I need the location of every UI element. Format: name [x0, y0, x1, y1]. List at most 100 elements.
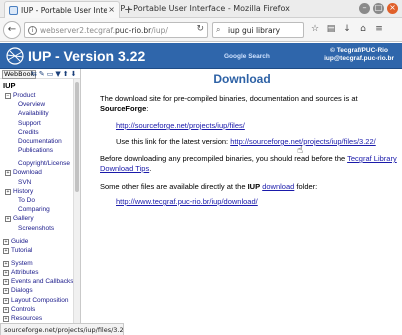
minimize-button[interactable]: – — [359, 3, 370, 14]
sidebar-item-comparing[interactable]: Comparing — [18, 206, 50, 213]
latest-version-row: Use this link for the latest version: ht… — [116, 137, 376, 147]
sidebar-item-resources[interactable]: + Resources — [3, 315, 42, 322]
expand-icon[interactable]: + — [3, 297, 9, 304]
url-text: webserver2.tecgraf.puc-rio.br/iup/ — [40, 26, 168, 35]
scrollbar-thumb[interactable] — [75, 82, 79, 192]
info-icon[interactable]: i — [28, 26, 37, 35]
before-paragraph: Before downloading any precompiled binar… — [100, 154, 400, 173]
sidebar-item-to-do[interactable]: To Do — [18, 197, 35, 204]
sidebar-item-label: Comparing — [18, 206, 50, 214]
sync-icon[interactable]: ⇆ — [31, 70, 37, 78]
iup-logo-icon — [6, 47, 24, 65]
expand-icon[interactable]: + — [3, 270, 9, 276]
sidebar-item-guide[interactable]: + Guide — [3, 238, 28, 245]
latest-prefix: Use this link for the latest version: — [116, 137, 229, 146]
sidebar-item-label: Credits — [18, 128, 39, 136]
sidebar-item-label: Controls — [11, 305, 36, 313]
expand-icon[interactable]: + — [3, 279, 9, 286]
other-iup: IUP — [247, 182, 261, 191]
sidebar-item-events-and-callbacks[interactable]: + Events and Callbacks — [3, 278, 74, 286]
star-icon[interactable]: ☆ — [310, 23, 320, 35]
tecgraf-credit[interactable]: © Tecgraf/PUC-Rio iup@tecgraf.puc-rio.br — [324, 47, 394, 63]
close-icon: × — [389, 3, 396, 12]
sidebar-item-overview[interactable]: Overview — [18, 101, 45, 108]
expand-icon[interactable]: + — [5, 188, 11, 195]
sidebar-item-attributes[interactable]: + Attributes — [3, 269, 38, 276]
download-heading: Download — [213, 72, 271, 86]
sidebar-item-svn[interactable]: SVN — [18, 179, 31, 186]
tree-root[interactable]: IUP — [3, 81, 16, 90]
sidebar-item-documentation[interactable]: Documentation — [18, 138, 62, 145]
page-bottom — [124, 323, 402, 335]
expand-icon[interactable]: + — [3, 247, 9, 254]
close-window-button[interactable]: × — [387, 3, 398, 14]
sidebar-item-label: Documentation — [18, 138, 62, 145]
page-banner: IUP - Version 3.22 Google Search © Tecgr… — [0, 43, 402, 69]
edit-icon[interactable]: ✎ — [39, 70, 45, 78]
back-button[interactable]: ← — [3, 21, 21, 39]
up-icon[interactable]: ⬆ — [63, 70, 69, 78]
down-icon[interactable]: ⬇ — [71, 70, 77, 78]
browser-tab[interactable]: IUP - Portable User Interface × — [4, 1, 120, 18]
sidebar-item-gallery[interactable]: + Gallery — [5, 215, 34, 223]
tab-close-icon[interactable]: × — [108, 5, 115, 14]
sidebar-item-label: Product — [13, 92, 36, 99]
intro-colon: : — [146, 103, 149, 113]
collapse-icon[interactable]: − — [5, 93, 11, 99]
home-icon[interactable]: ⌂ — [358, 23, 368, 35]
sidebar-scrollbar[interactable] — [73, 79, 80, 323]
sidebar-item-label: Events and Callbacks — [11, 278, 74, 286]
frame-icon[interactable]: ▭ — [47, 70, 54, 78]
url-path: /iup/ — [151, 26, 168, 35]
sidebar-item-label: Support — [18, 119, 41, 127]
expand-icon[interactable]: + — [3, 288, 9, 295]
sidebar-item-copyright-license[interactable]: Copyright/License — [18, 160, 70, 167]
reload-icon[interactable]: ↻ — [196, 24, 204, 34]
download-folder-link[interactable]: download — [262, 182, 294, 191]
maximize-button[interactable]: □ — [373, 3, 384, 14]
expand-icon[interactable]: ▼ — [55, 70, 60, 78]
sidebar-item-controls[interactable]: + Controls — [3, 306, 35, 313]
other-folder: folder: — [296, 182, 318, 191]
before-text: Before downloading any precompiled binar… — [100, 154, 346, 163]
sidebar-item-download[interactable]: + Download — [5, 169, 42, 177]
menu-icon[interactable]: ≡ — [374, 23, 384, 35]
sidebar-item-product[interactable]: − Product — [5, 92, 35, 99]
search-input[interactable]: iup gui library — [228, 26, 280, 35]
maximize-icon: □ — [374, 3, 383, 12]
sidebar-item-support[interactable]: Support — [18, 120, 41, 127]
sidebar-item-system[interactable]: + System — [3, 260, 33, 267]
sidebar-item-label: Layout Composition — [11, 296, 69, 304]
sidebar-item-label: Screenshots — [18, 224, 55, 232]
search-bar[interactable]: ⌕ iup gui library — [212, 22, 304, 38]
expand-icon[interactable]: + — [5, 170, 11, 177]
sidebar-item-label: System — [11, 259, 33, 267]
expand-icon[interactable]: + — [3, 306, 9, 313]
sidebar-item-label: SVN — [18, 178, 32, 186]
sidebar-item-layout-composition[interactable]: + Layout Composition — [3, 297, 68, 304]
expand-icon[interactable]: + — [5, 216, 11, 223]
google-search-link[interactable]: Google Search — [224, 53, 270, 60]
sidebar-item-availability[interactable]: Availability — [18, 110, 49, 117]
sidebar-item-tutorial[interactable]: + Tutorial — [3, 247, 32, 254]
expand-icon[interactable]: + — [3, 316, 9, 322]
expand-icon[interactable]: + — [3, 238, 9, 245]
sidebar-item-publications[interactable]: Publications — [18, 147, 53, 154]
sidebar-item-history[interactable]: + History — [5, 188, 33, 195]
expand-icon[interactable]: + — [3, 260, 9, 267]
page-title: IUP - Version 3.22 — [28, 48, 146, 64]
sourceforge-files-link[interactable]: http://sourceforge.net/projects/iup/file… — [116, 121, 245, 130]
new-tab-button[interactable]: + — [124, 3, 133, 16]
sidebar-item-dialogs[interactable]: + Dialogs — [3, 287, 33, 295]
main-content: Download The download site for pre-compi… — [82, 69, 402, 323]
sidebar-item-credits[interactable]: Credits — [18, 129, 39, 136]
sidebar-item-screenshots[interactable]: Screenshots — [18, 225, 54, 232]
download-icon[interactable]: ↓ — [342, 23, 352, 35]
intro-text: The download site for pre-compiled binar… — [100, 94, 358, 103]
other-files-paragraph: Some other files are available directly … — [100, 182, 317, 192]
tecgraf-download-link[interactable]: http://www.tecgraf.puc-rio.br/iup/downlo… — [116, 197, 258, 206]
address-bar[interactable]: i webserver2.tecgraf.puc-rio.br/iup/ ↻ — [24, 22, 208, 38]
webbook-toolbar: WebBook ⇆ ✎ ▭ ▼ ⬆ ⬇ — [0, 69, 80, 79]
clipboard-icon[interactable]: ▤ — [326, 23, 336, 35]
sidebar-item-label: Resources — [11, 315, 43, 322]
